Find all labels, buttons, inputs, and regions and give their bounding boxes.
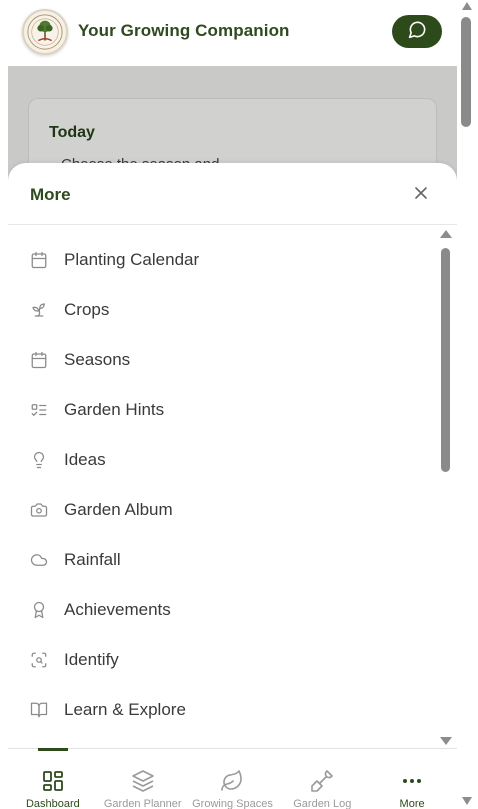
menu-item-garden-hints[interactable]: Garden Hints bbox=[8, 385, 438, 435]
nav-label: Dashboard bbox=[25, 798, 80, 809]
scrollbar-thumb[interactable] bbox=[441, 248, 450, 472]
more-sheet: More Planting Calendar Crops Seasons Gar… bbox=[8, 163, 457, 763]
nav-more[interactable]: More bbox=[367, 749, 457, 809]
menu-item-achievements[interactable]: Achievements bbox=[8, 585, 438, 635]
chat-bubble-icon bbox=[408, 20, 427, 44]
award-icon bbox=[29, 600, 49, 620]
camera-icon bbox=[29, 500, 49, 520]
sheet-title: More bbox=[30, 185, 71, 204]
nav-garden-log[interactable]: Garden Log bbox=[277, 749, 367, 809]
dashboard-grid-icon bbox=[41, 769, 65, 793]
nav-label: More bbox=[399, 798, 425, 809]
menu-item-ideas[interactable]: Ideas bbox=[8, 435, 438, 485]
app-frame: Your Growing Companion Today Choose the … bbox=[8, 0, 457, 809]
menu-item-identify[interactable]: Identify bbox=[8, 635, 438, 685]
menu-item-crops[interactable]: Crops bbox=[8, 285, 438, 335]
close-button[interactable] bbox=[406, 180, 436, 210]
calendar-icon bbox=[29, 350, 49, 370]
menu-item-label: Garden Hints bbox=[64, 400, 165, 419]
sheet-header: More bbox=[8, 163, 457, 225]
scroll-up-arrow-icon[interactable] bbox=[440, 230, 452, 238]
nav-label: Garden Log bbox=[293, 798, 352, 809]
bottom-nav: Dashboard Garden Planner Growing Spaces … bbox=[8, 748, 457, 809]
shovel-icon bbox=[310, 769, 334, 793]
menu-item-label: Seasons bbox=[64, 350, 131, 369]
menu-item-label: Garden Album bbox=[64, 500, 173, 519]
layers-icon bbox=[131, 769, 155, 793]
close-icon bbox=[413, 185, 429, 206]
lightbulb-icon bbox=[29, 450, 49, 470]
app-header: Your Growing Companion bbox=[8, 0, 457, 66]
leaf-icon bbox=[220, 769, 244, 793]
page-scrollbar[interactable] bbox=[460, 0, 474, 809]
menu-item-label: Rainfall bbox=[64, 550, 121, 569]
menu-item-label: Achievements bbox=[64, 600, 171, 619]
scan-icon bbox=[29, 650, 49, 670]
menu-item-label: Ideas bbox=[64, 450, 106, 469]
menu-item-label: Crops bbox=[64, 300, 110, 319]
scroll-down-arrow-icon[interactable] bbox=[440, 737, 452, 745]
cloud-icon bbox=[29, 550, 49, 570]
sprout-icon bbox=[29, 300, 49, 320]
garden-logo-icon[interactable] bbox=[22, 9, 68, 55]
more-menu-list: Planting Calendar Crops Seasons Garden H… bbox=[8, 235, 438, 735]
more-dots-icon bbox=[400, 769, 424, 793]
scroll-up-arrow-icon[interactable] bbox=[462, 2, 472, 10]
nav-growing-spaces[interactable]: Growing Spaces bbox=[188, 749, 278, 809]
scroll-down-arrow-icon[interactable] bbox=[462, 797, 472, 805]
chat-button[interactable] bbox=[392, 15, 442, 48]
calendar-icon bbox=[29, 250, 49, 270]
menu-item-garden-album[interactable]: Garden Album bbox=[8, 485, 438, 535]
menu-item-seasons[interactable]: Seasons bbox=[8, 335, 438, 385]
sheet-scrollbar[interactable] bbox=[440, 230, 452, 745]
menu-item-label: Identify bbox=[64, 650, 119, 669]
nav-garden-planner[interactable]: Garden Planner bbox=[98, 749, 188, 809]
menu-item-rainfall[interactable]: Rainfall bbox=[8, 535, 438, 585]
menu-item-learn-explore[interactable]: Learn & Explore bbox=[8, 685, 438, 735]
today-title: Today bbox=[49, 124, 95, 141]
menu-item-planting-calendar[interactable]: Planting Calendar bbox=[8, 235, 438, 285]
menu-item-label: Planting Calendar bbox=[64, 250, 200, 269]
active-indicator bbox=[38, 748, 68, 751]
scrollbar-thumb[interactable] bbox=[461, 17, 471, 127]
nav-label: Growing Spaces bbox=[192, 798, 273, 809]
nav-dashboard[interactable]: Dashboard bbox=[8, 748, 98, 809]
app-title: Your Growing Companion bbox=[78, 21, 290, 40]
nav-label: Garden Planner bbox=[103, 798, 182, 809]
checklist-icon bbox=[29, 400, 49, 420]
book-open-icon bbox=[29, 700, 49, 720]
menu-item-label: Learn & Explore bbox=[64, 700, 186, 719]
